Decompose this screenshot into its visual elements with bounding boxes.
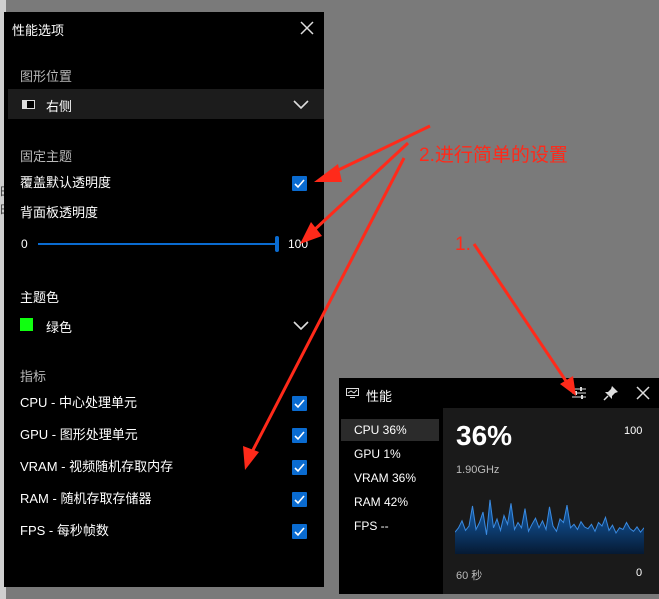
- close-icon[interactable]: [297, 18, 317, 38]
- metric-cpu-text: CPU 36%: [354, 423, 407, 437]
- metric-fps-label: FPS - 每秒帧数: [20, 523, 109, 538]
- theme-color-dropdown[interactable]: 绿色: [8, 310, 324, 340]
- widget-header[interactable]: 性能: [339, 378, 659, 408]
- graph-position-heading: 图形位置: [20, 69, 73, 84]
- theme-color-value: 绿色: [46, 320, 73, 335]
- opacity-max-label: 100: [288, 237, 309, 251]
- metric-vram-label: VRAM - 视频随机存取内存: [20, 459, 174, 474]
- check-icon: [294, 495, 305, 505]
- metric-fps-checkbox[interactable]: [292, 524, 307, 539]
- opacity-min-label: 0: [21, 237, 28, 251]
- check-icon: [294, 399, 305, 409]
- cpu-usage-graph: [455, 499, 644, 554]
- position-right-icon: [22, 100, 35, 109]
- metric-gpu-item[interactable]: GPU 1%: [354, 447, 401, 461]
- options-sliders-icon[interactable]: [571, 385, 587, 401]
- metric-cpu-item[interactable]: CPU 36%: [341, 419, 439, 441]
- performance-widget: 性能 CPU 36% GPU 1% VRAM 36% RAM 42% FPS -…: [339, 378, 659, 594]
- graph-time-span-label: 60 秒: [456, 570, 483, 582]
- pin-theme-heading: 固定主题: [20, 149, 73, 164]
- arrow-to-override-checkbox: [329, 124, 431, 176]
- metric-ram-label: RAM - 随机存取存储器: [20, 491, 152, 506]
- metric-gpu-label: GPU - 图形处理单元: [20, 427, 138, 442]
- graph-zero-label: 0: [636, 567, 643, 579]
- cpu-usage-value: 36%: [456, 420, 513, 451]
- check-icon: [294, 179, 305, 189]
- chevron-down-icon: [293, 100, 309, 110]
- metric-vram-checkbox[interactable]: [292, 460, 307, 475]
- opacity-slider-thumb[interactable]: [275, 236, 279, 252]
- widget-title: 性能: [366, 389, 393, 404]
- theme-color-label: 主题色: [20, 290, 60, 305]
- annotation-step1: 1.: [455, 234, 471, 255]
- pin-icon[interactable]: [603, 385, 619, 401]
- cpu-frequency: 1.90GHz: [456, 464, 500, 476]
- close-icon[interactable]: [635, 385, 651, 401]
- metric-cpu-checkbox[interactable]: [292, 396, 307, 411]
- metric-vram-item[interactable]: VRAM 36%: [354, 471, 416, 485]
- annotation-step2: 2.进行简单的设置: [419, 145, 568, 166]
- metric-list: CPU 36% GPU 1% VRAM 36% RAM 42% FPS --: [339, 408, 443, 594]
- metric-ram-checkbox[interactable]: [292, 492, 307, 507]
- override-opacity-label: 覆盖默认透明度: [20, 175, 112, 190]
- override-opacity-checkbox[interactable]: [292, 176, 307, 191]
- graph-position-value: 右侧: [46, 99, 73, 114]
- graph-position-dropdown[interactable]: 右侧: [8, 89, 324, 119]
- metric-cpu-label: CPU - 中心处理单元: [20, 395, 138, 410]
- theme-color-swatch: [20, 318, 33, 331]
- check-icon: [294, 527, 305, 537]
- check-icon: [294, 463, 305, 473]
- opacity-slider-track[interactable]: [38, 243, 276, 245]
- metric-ram-item[interactable]: RAM 42%: [354, 495, 408, 509]
- opacity-label: 背面板透明度: [20, 205, 99, 220]
- arrow-to-settings-icon: [472, 243, 570, 385]
- metric-fps-item[interactable]: FPS --: [354, 519, 389, 533]
- arrow-to-opacity-slider: [310, 141, 410, 234]
- graph-max-label: 100: [624, 425, 643, 437]
- check-icon: [294, 431, 305, 441]
- performance-options-panel: 性能选项 图形位置 右侧 固定主题 覆盖默认透明度 背面板透明度 0 100 主…: [4, 12, 324, 587]
- monitor-icon: [346, 388, 359, 398]
- metrics-heading: 指标: [20, 369, 47, 384]
- panel-title: 性能选项: [12, 23, 65, 38]
- metric-gpu-checkbox[interactable]: [292, 428, 307, 443]
- chevron-down-icon: [293, 321, 309, 331]
